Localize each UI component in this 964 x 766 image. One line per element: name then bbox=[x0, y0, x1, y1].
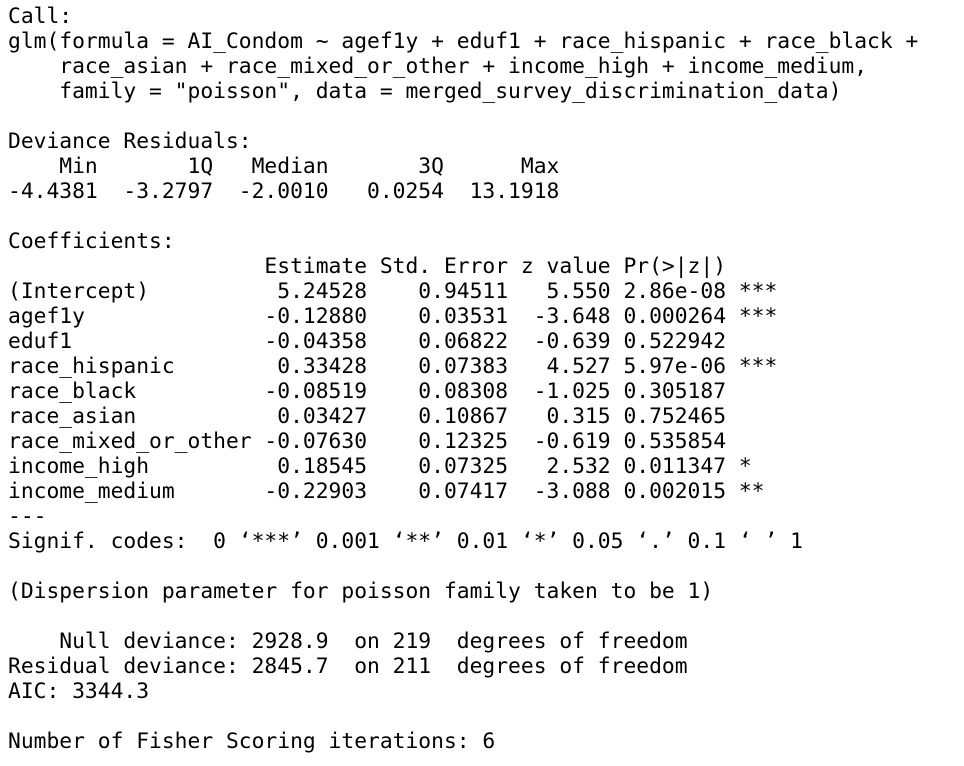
dispersion-note: (Dispersion parameter for poisson family… bbox=[8, 579, 714, 604]
coefficient-row: eduf1 -0.04358 0.06822 -0.639 0.522942 bbox=[8, 329, 778, 354]
deviance-residuals-heading: Deviance Residuals: bbox=[8, 129, 252, 154]
coefficient-row: (Intercept) 5.24528 0.94511 5.550 2.86e-… bbox=[8, 279, 778, 304]
coefficient-row: income_medium -0.22903 0.07417 -3.088 0.… bbox=[8, 479, 778, 504]
coefficient-row: race_asian 0.03427 0.10867 0.315 0.75246… bbox=[8, 404, 778, 429]
residuals-values-row: -4.4381 -3.2797 -2.0010 0.0254 13.1918 bbox=[8, 179, 560, 204]
coefficients-header-row: Estimate Std. Error z value Pr(>|z|) bbox=[8, 254, 778, 279]
glm-call-line: family = "poisson", data = merged_survey… bbox=[8, 79, 842, 104]
coefficient-row: race_black -0.08519 0.08308 -1.025 0.305… bbox=[8, 379, 778, 404]
separator-line: --- bbox=[8, 504, 47, 529]
aic-line: AIC: 3344.3 bbox=[8, 679, 150, 704]
coefficient-row: race_mixed_or_other -0.07630 0.12325 -0.… bbox=[8, 429, 778, 454]
residuals-header-row: Min 1Q Median 3Q Max bbox=[8, 154, 560, 179]
residual-deviance-line: Residual deviance: 2845.7 on 211 degrees… bbox=[8, 654, 688, 679]
null-deviance-line: Null deviance: 2928.9 on 219 degrees of … bbox=[8, 629, 688, 654]
glm-call-line: glm(formula = AI_Condom ~ agef1y + eduf1… bbox=[8, 29, 919, 54]
coefficients-heading: Coefficients: bbox=[8, 229, 175, 254]
coefficient-row: income_high 0.18545 0.07325 2.532 0.0113… bbox=[8, 454, 778, 479]
r-console-output: Call: glm(formula = AI_Condom ~ agef1y + … bbox=[8, 4, 918, 754]
glm-call-line: race_asian + race_mixed_or_other + incom… bbox=[8, 54, 868, 79]
fisher-iterations-line: Number of Fisher Scoring iterations: 6 bbox=[8, 729, 496, 754]
signif-codes-line: Signif. codes: 0 ‘***’ 0.001 ‘**’ 0.01 ‘… bbox=[8, 529, 803, 554]
coefficient-row: race_hispanic 0.33428 0.07383 4.527 5.97… bbox=[8, 354, 778, 379]
call-heading: Call: bbox=[8, 4, 73, 29]
coefficient-row: agef1y -0.12880 0.03531 -3.648 0.000264 … bbox=[8, 304, 778, 329]
